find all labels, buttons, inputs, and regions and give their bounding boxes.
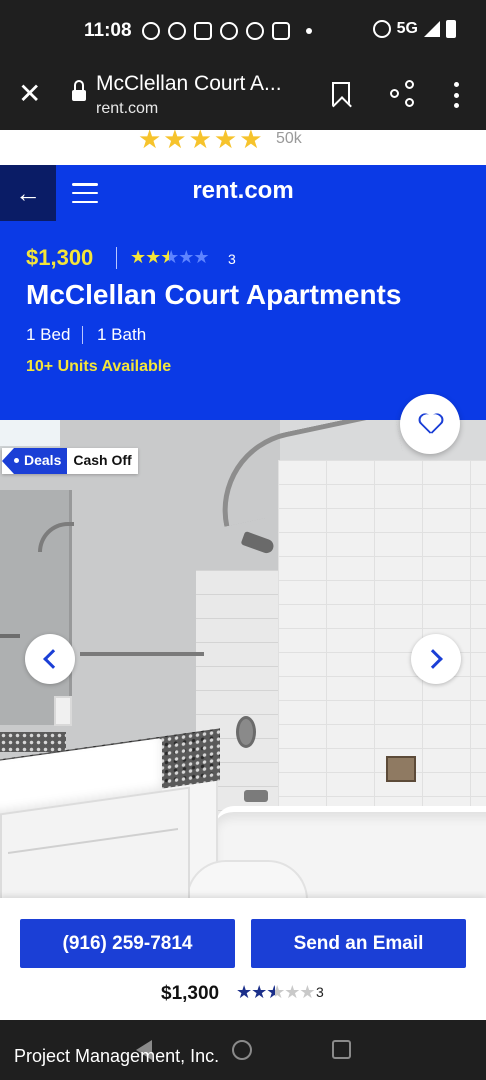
app-promo-banner[interactable]: ★★★★★ 50k bbox=[0, 130, 486, 165]
close-icon[interactable]: ✕ bbox=[18, 80, 41, 108]
brand-logo[interactable]: rent.com bbox=[0, 177, 486, 205]
status-time: 11:08 bbox=[84, 20, 132, 41]
share-icon[interactable] bbox=[390, 80, 416, 108]
listing-title: McClellan Court Apartments bbox=[26, 279, 402, 310]
chat-icon bbox=[142, 22, 160, 40]
favorite-button[interactable] bbox=[400, 394, 460, 454]
call-button[interactable]: (916) 259-7814 bbox=[20, 919, 235, 968]
more-vert-icon[interactable] bbox=[452, 82, 460, 108]
chrome-icon bbox=[220, 22, 238, 40]
bookmark-icon[interactable] bbox=[332, 82, 350, 106]
chrome-icon bbox=[168, 22, 186, 40]
next-photo-button[interactable] bbox=[411, 634, 461, 684]
alarm-icon bbox=[372, 20, 391, 38]
status-bar: 11:08 5G bbox=[0, 0, 486, 64]
system-indicators: 5G bbox=[372, 20, 456, 38]
contact-bar: (916) 259-7814 Send an Email $1,300 ★★★★… bbox=[0, 898, 486, 1020]
divider bbox=[82, 326, 83, 344]
chevron-left-icon bbox=[43, 649, 63, 669]
beds-count: 1 Bed bbox=[26, 325, 71, 344]
baths-count: 1 Bath bbox=[97, 325, 147, 344]
listing-price: $1,300 bbox=[26, 245, 94, 270]
listing-star-rating[interactable]: ★★★★★★ bbox=[130, 247, 210, 268]
page-url[interactable]: rent.com bbox=[96, 100, 158, 118]
gmail-icon bbox=[194, 22, 212, 40]
promo-star-rating: ★★★★★ bbox=[138, 130, 265, 154]
availability-label: 10+ Units Available bbox=[26, 358, 172, 375]
notification-icons bbox=[142, 22, 312, 40]
listing-review-count[interactable]: 3 bbox=[228, 251, 236, 267]
contact-bar-star-rating[interactable]: ★★★★★★ bbox=[236, 982, 316, 1003]
previous-photo-button[interactable] bbox=[25, 634, 75, 684]
promo-review-count: 50k bbox=[276, 130, 302, 147]
contact-bar-price: $1,300 bbox=[161, 983, 220, 1004]
messenger-icon bbox=[246, 22, 264, 40]
gmail-icon bbox=[272, 22, 290, 40]
deals-badge[interactable]: Deals Cash Off bbox=[2, 448, 138, 474]
divider bbox=[116, 247, 117, 269]
listing-header: ← rent.com $1,300 ★★★★★★ 3 McClellan Cou… bbox=[0, 165, 486, 420]
chevron-right-icon bbox=[423, 649, 443, 669]
send-email-button[interactable]: Send an Email bbox=[251, 919, 466, 968]
deal-tag: Deals bbox=[2, 448, 68, 474]
signal-icon bbox=[424, 21, 440, 37]
contact-bar-review-count[interactable]: 3 bbox=[316, 984, 324, 1000]
browser-toolbar: ✕ McClellan Court A... rent.com bbox=[0, 64, 486, 130]
nav-home-icon[interactable] bbox=[232, 1040, 252, 1060]
network-type: 5G bbox=[396, 20, 418, 37]
battery-icon bbox=[446, 20, 456, 38]
page-title[interactable]: McClellan Court A... bbox=[96, 72, 282, 96]
more-notifications-icon bbox=[306, 28, 312, 34]
deal-text: Cash Off bbox=[73, 452, 132, 468]
footer-text: Project Management, Inc. bbox=[14, 1046, 220, 1066]
heart-icon bbox=[419, 414, 441, 434]
nav-recents-icon[interactable] bbox=[332, 1040, 351, 1059]
lock-icon[interactable] bbox=[72, 80, 86, 102]
